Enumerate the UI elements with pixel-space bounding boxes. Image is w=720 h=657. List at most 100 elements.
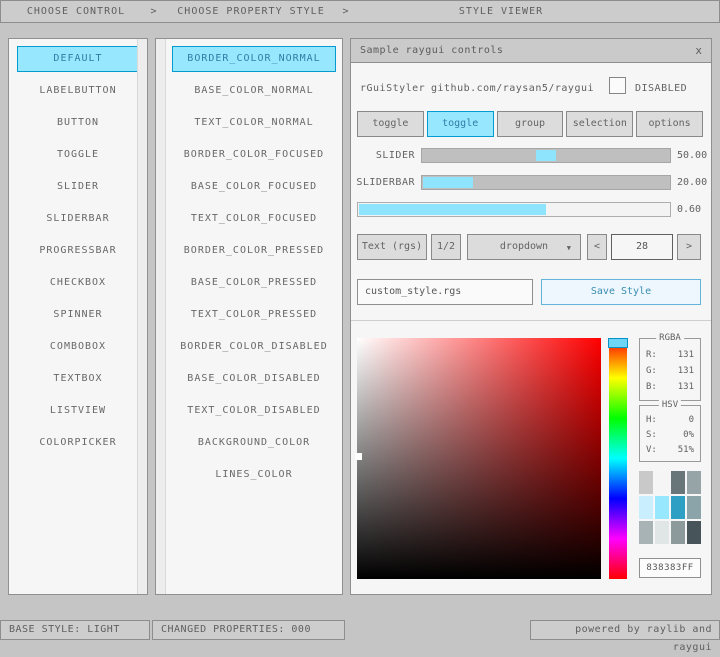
control-item-spinner[interactable]: SPINNER xyxy=(17,302,139,328)
toggle-group: toggle toggle group selection options xyxy=(357,111,703,137)
sliderbar-fill xyxy=(423,177,473,188)
style-color-grid xyxy=(639,471,701,544)
rguistyler-app: CHOOSE CONTROL > CHOOSE PROPERTY STYLE >… xyxy=(0,0,720,640)
hsv-hue-label: H: xyxy=(646,415,657,425)
property-item-text-color-disabled[interactable]: TEXT_COLOR_DISABLED xyxy=(172,398,336,424)
property-item-background-color[interactable]: BACKGROUND_COLOR xyxy=(172,430,336,456)
status-base-style: BASE STYLE: LIGHT xyxy=(0,620,150,640)
property-item-text-color-pressed[interactable]: TEXT_COLOR_PRESSED xyxy=(172,302,336,328)
property-item-text-color-focused[interactable]: TEXT_COLOR_FOCUSED xyxy=(172,206,336,232)
value-box[interactable]: 28 xyxy=(611,234,673,260)
control-item-default[interactable]: DEFAULT xyxy=(17,46,139,72)
style-swatch xyxy=(655,496,669,519)
hsv-hue-value: 0 xyxy=(689,415,694,425)
top-nav-bar: CHOOSE CONTROL > CHOOSE PROPERTY STYLE >… xyxy=(0,0,720,23)
hue-cursor[interactable] xyxy=(608,338,628,348)
sliderbar-label: SLIDERBAR xyxy=(351,177,415,188)
slider-value: 50.00 xyxy=(677,150,707,161)
control-item-labelbutton[interactable]: LABELBUTTON xyxy=(17,78,139,104)
value-increment-button[interactable]: > xyxy=(677,234,701,260)
style-swatch xyxy=(655,521,669,544)
window-title-bar[interactable]: Sample raygui controls x xyxy=(351,39,711,63)
progressbar-value: 0.60 xyxy=(677,204,701,215)
control-item-checkbox[interactable]: CHECKBOX xyxy=(17,270,139,296)
control-item-colorpicker[interactable]: COLORPICKER xyxy=(17,430,139,456)
property-item-text-color-normal[interactable]: TEXT_COLOR_NORMAL xyxy=(172,110,336,136)
toggle-button-2[interactable]: toggle xyxy=(427,111,494,137)
style-swatch xyxy=(639,496,653,519)
control-item-button[interactable]: BUTTON xyxy=(17,110,139,136)
sliderbar-value: 20.00 xyxy=(677,177,707,188)
style-swatch xyxy=(671,496,685,519)
style-swatch xyxy=(671,521,685,544)
rgba-green-label: G: xyxy=(646,366,657,376)
rgba-title: RGBA xyxy=(656,333,684,343)
progressbar-fill xyxy=(359,204,546,215)
half-size-toggle[interactable]: 1/2 xyxy=(431,234,461,260)
nav-choose-control: CHOOSE CONTROL xyxy=(1,6,151,17)
hsv-saturation-value: 0% xyxy=(683,430,694,440)
close-icon[interactable]: x xyxy=(695,44,702,57)
control-item-combobox[interactable]: COMBOBOX xyxy=(17,334,139,360)
window-title: Sample raygui controls xyxy=(360,45,503,56)
hsv-saturation-row: S: 0% xyxy=(646,430,694,440)
section-divider xyxy=(351,320,711,321)
properties-list-scrollbar[interactable] xyxy=(156,39,166,594)
property-item-base-color-normal[interactable]: BASE_COLOR_NORMAL xyxy=(172,78,336,104)
property-item-lines-color[interactable]: LINES_COLOR xyxy=(172,462,336,488)
control-item-progressbar[interactable]: PROGRESSBAR xyxy=(17,238,139,264)
disabled-checkbox[interactable] xyxy=(609,77,626,94)
progressbar xyxy=(357,202,671,217)
hsv-value-row: V: 51% xyxy=(646,445,694,455)
toggle-button-group[interactable]: group xyxy=(497,111,564,137)
nav-style-viewer: STYLE VIEWER xyxy=(361,6,641,17)
rgba-green-row: G: 131 xyxy=(646,366,694,376)
toggle-button-options[interactable]: options xyxy=(636,111,703,137)
property-item-base-color-pressed[interactable]: BASE_COLOR_PRESSED xyxy=(172,270,336,296)
save-style-button[interactable]: Save Style xyxy=(541,279,701,305)
control-item-textbox[interactable]: TEXTBOX xyxy=(17,366,139,392)
style-swatch xyxy=(687,471,701,494)
hsv-value-label: V: xyxy=(646,445,657,455)
hex-value-box[interactable]: 838383FF xyxy=(639,558,701,578)
slider-handle[interactable] xyxy=(536,150,556,161)
rgba-green-value: 131 xyxy=(678,366,694,376)
property-item-border-color-pressed[interactable]: BORDER_COLOR_PRESSED xyxy=(172,238,336,264)
breadcrumb-separator-icon: > xyxy=(339,6,353,17)
style-swatch xyxy=(639,471,653,494)
text-rgs-toggle[interactable]: Text (rgs) xyxy=(357,234,427,260)
style-swatch xyxy=(687,521,701,544)
hsv-title: HSV xyxy=(659,400,681,410)
properties-list-panel: BORDER_COLOR_NORMAL BASE_COLOR_NORMAL TE… xyxy=(155,38,343,595)
toggle-button-selection[interactable]: selection xyxy=(566,111,633,137)
hue-bar[interactable] xyxy=(609,338,627,579)
controls-list-scrollbar[interactable] xyxy=(137,39,147,594)
rgba-red-label: R: xyxy=(646,350,657,360)
repo-link[interactable]: github.com/raysan5/raygui xyxy=(431,83,594,94)
status-credits: powered by raylib and raygui xyxy=(530,620,720,640)
toggle-button-1[interactable]: toggle xyxy=(357,111,424,137)
color-picker-cursor[interactable] xyxy=(355,453,362,460)
dropdown-box[interactable]: dropdown ▼ xyxy=(467,234,581,260)
filename-input[interactable]: custom_style.rgs xyxy=(357,279,533,305)
rgba-red-row: R: 131 xyxy=(646,350,694,360)
disabled-label: DISABLED xyxy=(635,83,687,94)
sliderbar[interactable] xyxy=(421,175,671,190)
property-item-base-color-focused[interactable]: BASE_COLOR_FOCUSED xyxy=(172,174,336,200)
control-item-listview[interactable]: LISTVIEW xyxy=(17,398,139,424)
style-swatch xyxy=(639,521,653,544)
property-item-border-color-normal[interactable]: BORDER_COLOR_NORMAL xyxy=(172,46,336,72)
value-decrement-button[interactable]: < xyxy=(587,234,607,260)
slider[interactable] xyxy=(421,148,671,163)
property-item-border-color-disabled[interactable]: BORDER_COLOR_DISABLED xyxy=(172,334,336,360)
color-picker-sv-square[interactable] xyxy=(357,338,601,579)
property-item-border-color-focused[interactable]: BORDER_COLOR_FOCUSED xyxy=(172,142,336,168)
dropdown-label: dropdown xyxy=(500,241,548,252)
control-item-slider[interactable]: SLIDER xyxy=(17,174,139,200)
breadcrumb-separator-icon: > xyxy=(147,6,161,17)
control-item-toggle[interactable]: TOGGLE xyxy=(17,142,139,168)
window-body: rGuiStyler github.com/raysan5/raygui DIS… xyxy=(351,63,711,594)
style-swatch xyxy=(687,496,701,519)
control-item-sliderbar[interactable]: SLIDERBAR xyxy=(17,206,139,232)
property-item-base-color-disabled[interactable]: BASE_COLOR_DISABLED xyxy=(172,366,336,392)
